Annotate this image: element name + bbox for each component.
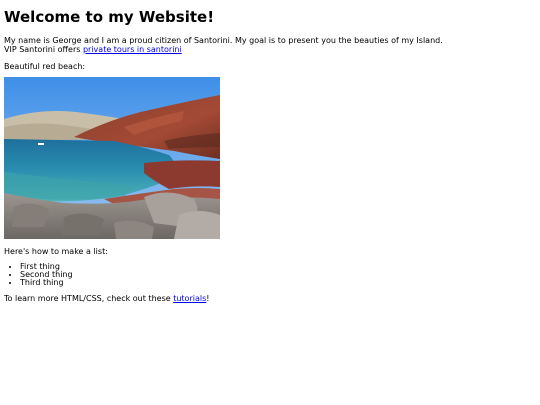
- footer-paragraph: To learn more HTML/CSS, check out these …: [4, 294, 534, 303]
- list-item: Second thing: [20, 271, 534, 279]
- footer-suffix: !: [206, 294, 210, 303]
- list-label: Here's how to make a list:: [4, 247, 108, 256]
- private-tours-link[interactable]: private tours in santorini: [83, 45, 182, 54]
- page-content: Welcome to my Website! My name is George…: [4, 8, 534, 303]
- intro-text: My name is George and I am a proud citiz…: [4, 36, 443, 45]
- intro-offer-text: VIP Santorini offers: [4, 45, 83, 54]
- red-beach-photo: [4, 77, 220, 239]
- footer-text: To learn more HTML/CSS, check out these: [4, 294, 174, 303]
- list-item: Third thing: [20, 279, 534, 287]
- page-title: Welcome to my Website!: [4, 8, 215, 26]
- intro-paragraph: My name is George and I am a proud citiz…: [4, 36, 534, 54]
- list-item: First thing: [20, 263, 534, 271]
- beach-label: Beautiful red beach:: [4, 62, 86, 71]
- tutorials-link[interactable]: tutorials: [173, 294, 206, 303]
- sample-list: First thing Second thing Third thing: [4, 263, 534, 287]
